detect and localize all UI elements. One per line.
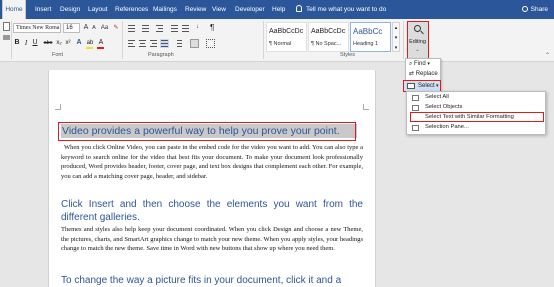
tab-view[interactable]: View — [210, 0, 228, 19]
tab-design[interactable]: Design — [58, 0, 82, 19]
font-color-bar — [97, 47, 104, 49]
select-objects-icon — [412, 105, 419, 111]
replace-icon: ⇄ — [409, 71, 416, 77]
paragraph-group-label: Paragraph — [148, 52, 174, 58]
selection-pane-item[interactable]: Selection Pane... — [425, 123, 469, 132]
bullets-icon[interactable] — [127, 24, 136, 33]
tab-help[interactable]: Help — [270, 0, 287, 19]
find-item[interactable]: ⌕ Find ▾ — [409, 60, 430, 69]
underline-button[interactable]: U — [31, 38, 39, 48]
style-sample: AaBbCcDc — [269, 28, 304, 35]
share-button[interactable]: Share — [521, 0, 548, 19]
grow-font-button[interactable]: A — [82, 23, 90, 33]
show-formatting-button[interactable]: ¶ — [210, 23, 219, 32]
tab-mailings[interactable]: Mailings — [151, 0, 179, 19]
tell-me-label: Tell me what you want to do — [306, 6, 387, 13]
tab-home[interactable]: Home — [2, 0, 26, 19]
tab-review[interactable]: Review — [183, 0, 208, 19]
style-no-spacing[interactable]: AaBbCcDc ¶ No Spac... — [308, 22, 349, 52]
paste-icon[interactable] — [3, 22, 10, 31]
italic-button[interactable]: I — [22, 38, 30, 48]
style-sample: AaBbCc — [353, 27, 383, 36]
magnifier-handle — [420, 30, 424, 35]
strikethrough-button[interactable]: abc — [42, 38, 54, 48]
lightbulb-icon — [296, 5, 302, 12]
font-name-box[interactable]: Times New Roma — [13, 23, 61, 33]
styles-scroll[interactable]: ▴ ▾ ▾ — [392, 22, 400, 52]
superscript-button[interactable]: x² — [64, 38, 72, 48]
share-label: Share — [530, 6, 548, 13]
group-separator — [11, 21, 12, 59]
style-sample: AaBbCcDc — [311, 28, 346, 35]
bold-button[interactable]: B — [13, 38, 21, 48]
style-normal[interactable]: AaBbCcDc ¶ Normal — [266, 22, 307, 52]
margin-corner-marker — [363, 104, 369, 110]
highlight-color-bar — [86, 47, 93, 49]
text-effects-icon[interactable]: A — [75, 38, 83, 48]
change-case-button[interactable]: Aa — [99, 23, 110, 33]
editing-button[interactable]: Editing ⌄ — [407, 21, 429, 59]
select-all-item[interactable]: Select All — [425, 93, 449, 102]
align-right-icon[interactable] — [149, 39, 158, 48]
tab-layout[interactable]: Layout — [86, 0, 110, 19]
ruler-area — [0, 63, 400, 69]
margin-corner-marker — [55, 104, 61, 110]
tab-references[interactable]: References — [113, 0, 150, 19]
tab-developer[interactable]: Developer — [233, 0, 267, 19]
styles-group-label: Styles — [340, 52, 355, 58]
sort-icon[interactable]: ↓ — [196, 23, 205, 32]
shading-icon[interactable] — [190, 39, 199, 48]
style-name: Heading 1 — [353, 41, 379, 47]
select-all-icon — [412, 95, 419, 101]
clear-formatting-icon[interactable]: ✎ — [112, 23, 120, 33]
select-cursor-icon — [407, 83, 415, 89]
style-name: ¶ No Spac... — [311, 41, 342, 47]
editing-label: Editing — [409, 39, 426, 45]
tab-insert[interactable]: Insert — [33, 0, 53, 19]
annotation-box-heading — [58, 122, 356, 141]
group-separator — [263, 21, 264, 59]
align-center-icon[interactable] — [138, 39, 147, 48]
ribbon-tab-bar: Home Insert Design Layout References Mai… — [0, 0, 554, 19]
heading-3-text[interactable]: To change the way a picture fits in your… — [61, 274, 363, 287]
justify-icon[interactable] — [160, 39, 169, 48]
chevron-down-icon: ▾ — [427, 61, 430, 67]
shrink-font-button[interactable]: A — [90, 23, 98, 33]
annotation-box-similar-formatting — [410, 112, 544, 122]
collapse-ribbon-icon[interactable]: ⌃ — [545, 52, 550, 59]
ribbon-home: Times New Roma 16 A A Aa ✎ B I U abc x₂ … — [0, 19, 554, 62]
decrease-indent-icon[interactable] — [170, 24, 179, 33]
group-separator — [403, 21, 404, 59]
style-heading-1[interactable]: AaBbCc Heading 1 — [350, 22, 391, 52]
borders-icon[interactable] — [206, 39, 215, 48]
font-size-box[interactable]: 16 — [63, 23, 80, 33]
select-label: Select — [418, 83, 435, 89]
person-icon — [521, 6, 528, 12]
subscript-button[interactable]: x₂ — [55, 38, 63, 48]
paragraph-2[interactable]: Themes and styles also help keep your do… — [61, 225, 363, 254]
group-separator — [122, 21, 123, 59]
style-name: ¶ Normal — [269, 41, 292, 47]
increase-indent-icon[interactable] — [181, 24, 190, 33]
heading-2-text[interactable]: Click Insert and then choose the element… — [61, 198, 363, 224]
font-group-label: Font — [52, 52, 64, 58]
find-label: Find — [414, 61, 426, 67]
numbering-icon[interactable] — [141, 24, 150, 33]
selection-pane-icon — [412, 125, 419, 131]
multilevel-list-icon[interactable] — [155, 24, 164, 33]
select-objects-item[interactable]: Select Objects — [425, 103, 462, 112]
align-left-icon[interactable] — [127, 39, 136, 48]
clipboard-small-icon[interactable] — [3, 35, 10, 40]
tell-me-search[interactable]: Tell me what you want to do — [296, 0, 386, 19]
paragraph-1[interactable]: When you click Online Video, you can pas… — [61, 143, 363, 181]
line-spacing-icon[interactable] — [174, 39, 183, 48]
replace-label: Replace — [415, 71, 438, 77]
chevron-down-icon: ▾ — [436, 83, 439, 89]
replace-item[interactable]: ⇄ Replace — [409, 70, 438, 79]
chevron-down-icon: ⌄ — [415, 47, 420, 53]
